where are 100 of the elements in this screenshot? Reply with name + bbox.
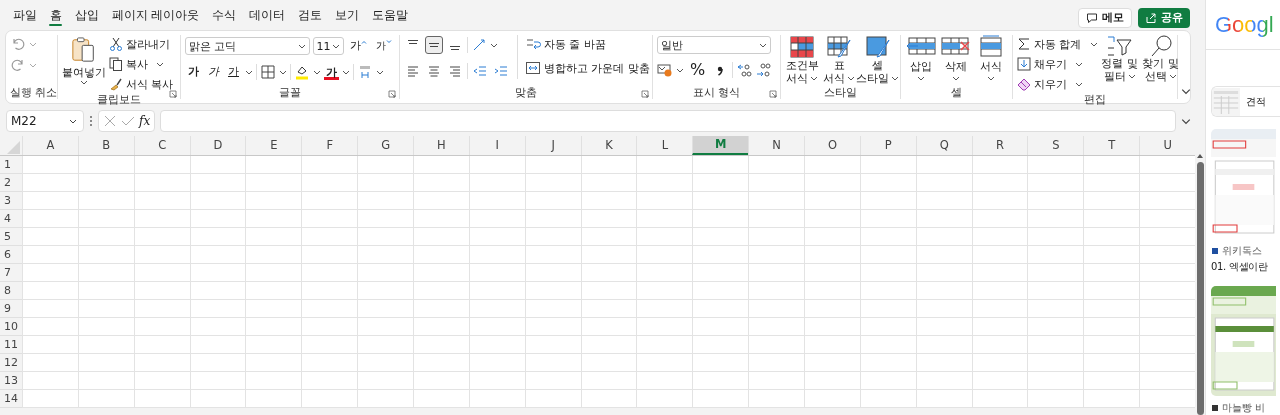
copy-button[interactable]: 복사 xyxy=(109,55,174,73)
sheet-cell[interactable] xyxy=(1027,300,1084,318)
sheet-cell[interactable] xyxy=(413,300,469,318)
row-header[interactable]: 8 xyxy=(0,282,22,300)
sheet-cell[interactable] xyxy=(301,228,358,246)
sheet-cell[interactable] xyxy=(22,354,78,372)
sheet-cell[interactable] xyxy=(580,264,637,282)
sheet-cell[interactable] xyxy=(915,336,972,354)
sheet-cell[interactable] xyxy=(748,282,805,300)
column-header[interactable]: R xyxy=(971,136,1028,155)
sheet-cell[interactable] xyxy=(301,246,358,264)
menu-tab[interactable]: 삽입 xyxy=(68,2,105,28)
sheet-cell[interactable] xyxy=(748,300,805,318)
sheet-cell[interactable] xyxy=(22,228,78,246)
sheet-cell[interactable] xyxy=(468,228,525,246)
sheet-cell[interactable] xyxy=(245,156,302,174)
sheet-cell[interactable] xyxy=(692,174,749,192)
sheet-cell[interactable] xyxy=(915,300,972,318)
sheet-cell[interactable] xyxy=(804,390,860,408)
sheet-cell[interactable] xyxy=(189,174,246,192)
sheet-cell[interactable] xyxy=(804,336,860,354)
currency-format-icon[interactable] xyxy=(657,62,673,78)
column-header[interactable]: D xyxy=(189,136,246,155)
sheet-cell[interactable] xyxy=(524,192,581,210)
insert-function-button[interactable]: fx xyxy=(139,114,151,128)
sheet-cell[interactable] xyxy=(413,210,469,228)
sheet-cell[interactable] xyxy=(133,318,190,336)
column-header[interactable]: N xyxy=(748,136,805,155)
caret-icon[interactable] xyxy=(245,69,253,75)
sheet-cell[interactable] xyxy=(971,336,1028,354)
sheet-cell[interactable] xyxy=(1027,336,1084,354)
sheet-cell[interactable] xyxy=(1083,372,1140,390)
sheet-cell[interactable] xyxy=(1083,282,1140,300)
result-card[interactable]: 견적 xyxy=(1211,86,1280,117)
sheet-cell[interactable] xyxy=(915,174,972,192)
sheet-cell[interactable] xyxy=(1027,192,1084,210)
sheet-cell[interactable] xyxy=(189,282,246,300)
column-header[interactable]: E xyxy=(245,136,302,155)
sheet-cell[interactable] xyxy=(77,372,134,390)
sheet-cell[interactable] xyxy=(580,156,637,174)
sheet-cell[interactable] xyxy=(859,336,916,354)
sheet-cell[interactable] xyxy=(133,156,190,174)
column-header[interactable]: H xyxy=(413,136,469,155)
sheet-cell[interactable] xyxy=(413,372,469,390)
sheet-cell[interactable] xyxy=(748,336,805,354)
menu-tab[interactable]: 수식 xyxy=(205,2,243,28)
cancel-icon[interactable] xyxy=(103,114,117,128)
sheet-cell[interactable] xyxy=(748,174,805,192)
sheet-cell[interactable] xyxy=(189,228,246,246)
insert-cells-button[interactable]: 삽입 xyxy=(905,35,937,81)
sheet-cell[interactable] xyxy=(636,156,693,174)
sheet-cell[interactable] xyxy=(804,300,860,318)
column-header[interactable]: F xyxy=(301,136,358,155)
sheet-cell[interactable] xyxy=(77,300,134,318)
sheet-cell[interactable] xyxy=(748,192,805,210)
sheet-cell[interactable] xyxy=(804,354,860,372)
image-caption[interactable]: 01. 엑셀이란 xyxy=(1211,260,1280,274)
sheet-cell[interactable] xyxy=(133,282,190,300)
sheet-cell[interactable] xyxy=(301,336,358,354)
caret-icon[interactable] xyxy=(279,69,287,75)
comment-button[interactable]: 메모 xyxy=(1078,7,1132,28)
sheet-cell[interactable] xyxy=(748,372,805,390)
sheet-cell[interactable] xyxy=(748,246,805,264)
sheet-cell[interactable] xyxy=(524,300,581,318)
sheet-cell[interactable] xyxy=(1027,318,1084,336)
conditional-formatting-button[interactable]: 조건부 서식 xyxy=(785,35,819,85)
caret-icon[interactable] xyxy=(342,69,350,75)
fill-color-icon[interactable] xyxy=(294,64,310,80)
column-header[interactable]: S xyxy=(1027,136,1084,155)
sheet-cell[interactable] xyxy=(301,264,358,282)
sheet-cell[interactable] xyxy=(636,246,693,264)
sheet-cell[interactable] xyxy=(859,300,916,318)
sheet-cell[interactable] xyxy=(77,336,134,354)
sheet-cell[interactable] xyxy=(524,156,581,174)
fill-button[interactable]: 채우기 xyxy=(1017,55,1098,73)
sheet-cell[interactable] xyxy=(357,282,413,300)
sheet-cell[interactable] xyxy=(1027,372,1084,390)
column-header[interactable]: Q xyxy=(915,136,972,155)
sheet-cell[interactable] xyxy=(636,318,693,336)
sheet-cell[interactable] xyxy=(859,246,916,264)
sheet-cell[interactable] xyxy=(804,318,860,336)
sheet-cell[interactable] xyxy=(133,372,190,390)
sheet-cell[interactable] xyxy=(971,228,1028,246)
sheet-cell[interactable] xyxy=(636,300,693,318)
sheet-cell[interactable] xyxy=(971,354,1028,372)
collapse-ribbon-icon[interactable] xyxy=(1181,88,1191,95)
font-name-select[interactable]: 맑은 고딕 xyxy=(185,37,310,55)
sheet-cell[interactable] xyxy=(692,228,749,246)
sheet-cell[interactable] xyxy=(357,354,413,372)
menu-tab[interactable]: 보기 xyxy=(328,2,366,28)
caret-icon[interactable] xyxy=(676,67,684,73)
sheet-cell[interactable] xyxy=(748,264,805,282)
caret-icon[interactable] xyxy=(313,69,321,75)
sheet-cell[interactable] xyxy=(413,156,469,174)
sheet-cell[interactable] xyxy=(245,192,302,210)
sheet-cell[interactable] xyxy=(77,210,134,228)
caret-icon[interactable] xyxy=(376,69,384,75)
sheet-cell[interactable] xyxy=(692,300,749,318)
sheet-cell[interactable] xyxy=(859,318,916,336)
sheet-cell[interactable] xyxy=(133,192,190,210)
